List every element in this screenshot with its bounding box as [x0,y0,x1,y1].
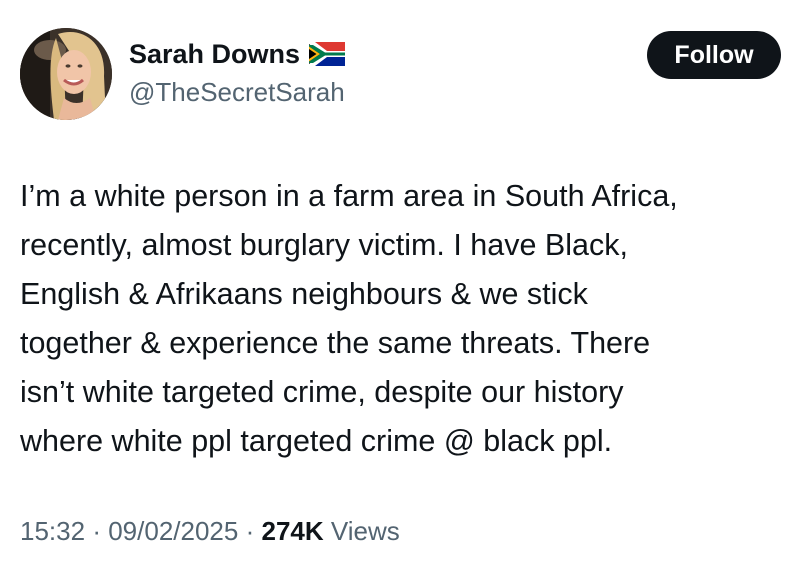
views-count: 274K [261,516,324,546]
tweet-card: Sarah Downs @TheSecretSarah Follow I’m a… [0,0,800,573]
follow-button[interactable]: Follow [647,31,781,79]
views-label: Views [330,516,400,546]
tweet-text-line: I’m a white person in a farm area in Sou… [20,179,678,213]
author-display-name[interactable]: Sarah Downs [129,38,300,70]
avatar[interactable] [20,28,112,120]
author-handle[interactable]: @TheSecretSarah [129,76,345,108]
tweet-meta: 15:32 · 09/02/2025 · 274K Views [20,514,400,548]
tweet-text-line: where white ppl targeted crime @ black p… [20,424,613,458]
tweet-text-line: isn’t white targeted crime, despite our … [20,375,624,409]
south-africa-flag-icon [309,42,346,66]
tweet-text-line: recently, almost burglary victim. I have… [20,228,628,262]
tweet-date[interactable]: 09/02/2025 [108,516,238,546]
meta-separator: · [92,516,101,546]
tweet-time[interactable]: 15:32 [20,516,85,546]
tweet-text-line: English & Afrikaans neighbours & we stic… [20,277,588,311]
tweet-text-line: together & experience the same threats. … [20,326,651,360]
author-name-row: Sarah Downs [129,38,346,70]
meta-separator: · [245,516,255,546]
tweet-text: I’m a white person in a farm area in Sou… [20,172,790,466]
